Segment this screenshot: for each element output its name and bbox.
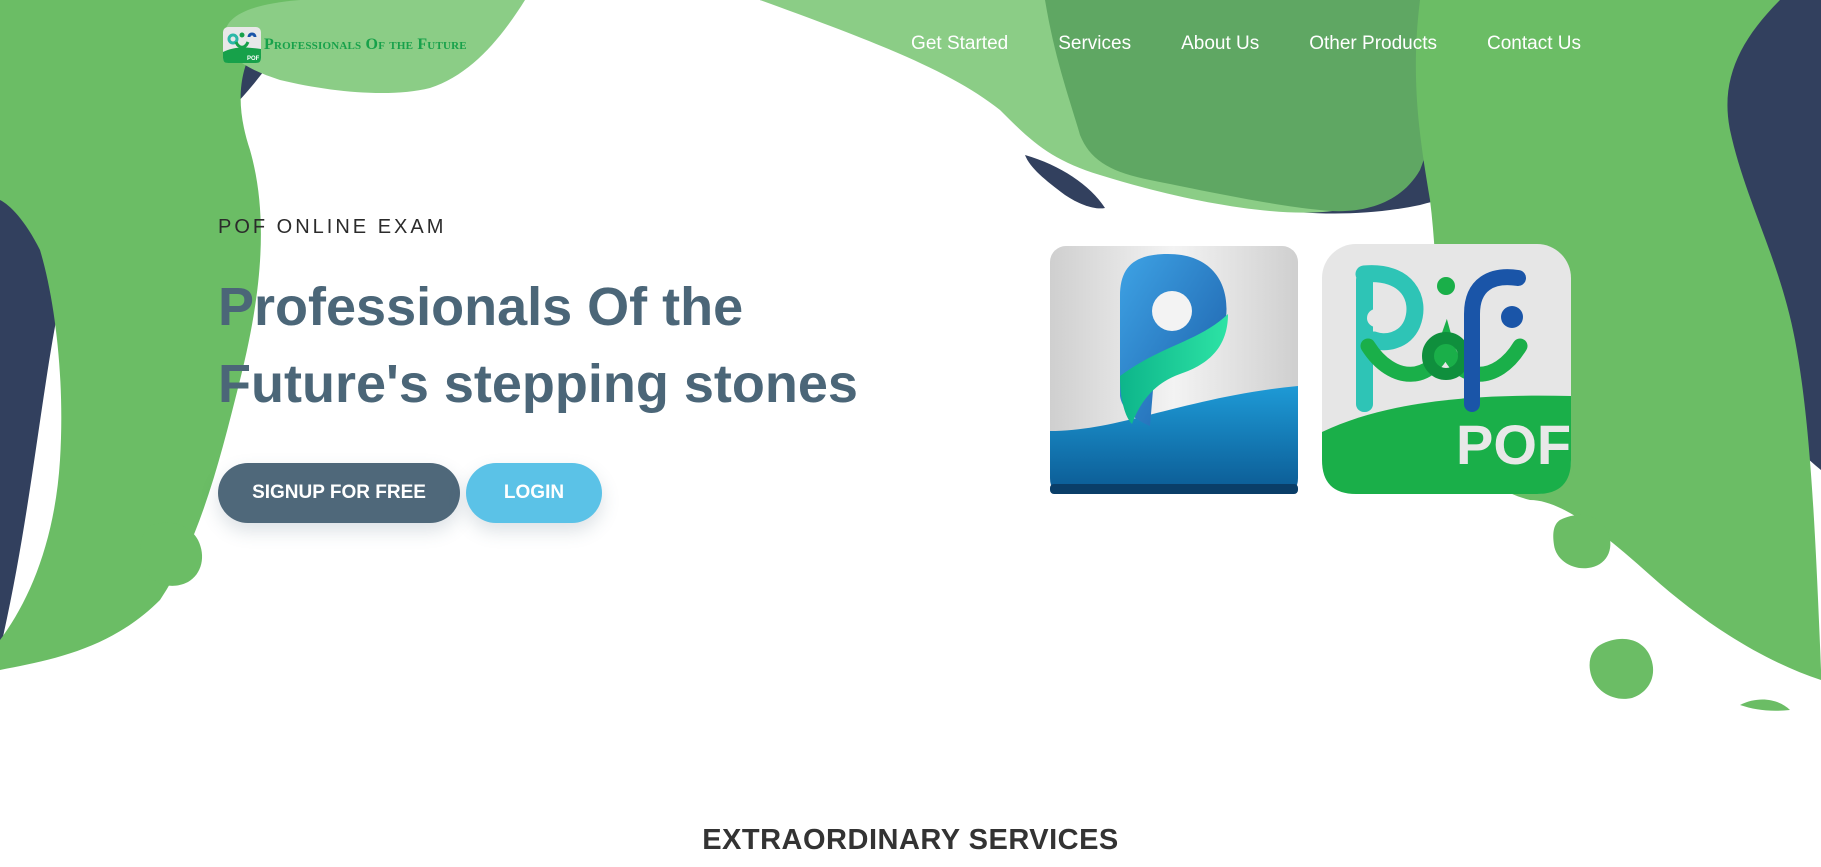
hero-headline-line-1: Professionals Of the: [218, 277, 744, 337]
site-header: POF Professionals Of the Future Get Star…: [0, 0, 1821, 92]
hero-headline: Professionals Of the Future's stepping s…: [218, 269, 858, 423]
brand-name: Professionals Of the Future: [264, 36, 467, 53]
hero-section: POF ONLINE EXAM Professionals Of the Fut…: [218, 210, 858, 523]
main-nav: Get Started Services About Us Other Prod…: [911, 33, 1581, 55]
hero-buttons: SIGNUP FOR FREE LOGIN: [218, 463, 858, 523]
brand-logo[interactable]: POF Professionals Of the Future: [223, 27, 467, 63]
hero-kicker: POF ONLINE EXAM: [218, 216, 447, 238]
right-green-dot-3: [1740, 699, 1790, 711]
services-section-title: EXTRAORDINARY SERVICES: [702, 824, 1119, 856]
svg-text:POF: POF: [247, 56, 260, 62]
right-green-dot-2: [1589, 638, 1654, 699]
pof-app-icon: POF: [1322, 244, 1571, 494]
pof-icon-label: POF: [1456, 413, 1571, 476]
hero-headline-line-2: Future's stepping stones: [218, 354, 858, 414]
nav-item-contact-us[interactable]: Contact Us: [1487, 33, 1581, 55]
p-app-icon: [1050, 246, 1298, 494]
pof-logo-icon: POF: [223, 27, 261, 63]
signup-button[interactable]: SIGNUP FOR FREE: [218, 463, 460, 523]
nav-item-get-started[interactable]: Get Started: [911, 33, 1008, 55]
nav-item-other-products[interactable]: Other Products: [1309, 33, 1437, 55]
nav-item-about-us[interactable]: About Us: [1181, 33, 1259, 55]
nav-item-services[interactable]: Services: [1058, 33, 1131, 55]
login-button[interactable]: LOGIN: [466, 463, 602, 523]
